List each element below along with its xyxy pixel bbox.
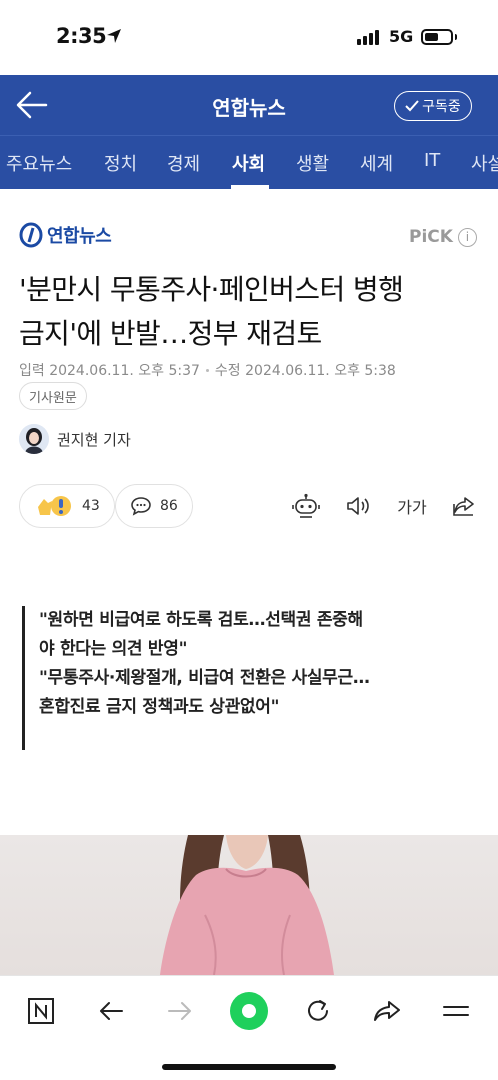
article-image [0,835,498,975]
browser-back-button[interactable] [89,989,133,1033]
category-nav: 주요뉴스 정치 경제 사회 생활 세계 IT 사설 [0,135,498,189]
tab-economy[interactable]: 경제 [167,150,200,176]
comment-icon [131,497,151,516]
original-article-button[interactable]: 기사원문 [19,382,87,410]
article-dates: 입력 2024.06.11. 오후 5:37 수정 2024.06.11. 오후… [19,360,396,380]
check-icon [405,100,419,112]
tab-life[interactable]: 생활 [296,150,329,176]
hamburger-icon [443,1006,469,1016]
article-headline: '분만시 무통주사·페인버스터 병행 금지'에 반발…정부 재검토 [19,268,481,356]
reporter-name: 권지현 기자 [57,430,131,449]
quote-line: 혼합진료 금지 정책과도 상관없어" [39,697,280,717]
speaker-icon [347,497,369,515]
naver-n-icon [28,998,54,1024]
comment-button[interactable]: 86 [115,484,193,528]
quote-line: "무통주사·제왕절개, 비급여 전환은 사실무근… [39,668,370,688]
modified-date: 수정 2024.06.11. 오후 5:38 [214,363,396,379]
active-tab-underline [231,185,269,189]
woman-illustration [160,835,334,975]
tab-main-news[interactable]: 주요뉴스 [6,150,72,176]
browser-forward-button[interactable] [158,989,202,1033]
font-size-button[interactable]: 가가 [397,492,427,520]
tab-world[interactable]: 세계 [360,150,393,176]
status-bar: 2:35 5G [0,0,498,75]
share-arrow-icon [374,1001,400,1021]
article-summary-quote: "원하면 비급여로 하도록 검토…선택권 존중해 야 한다는 의견 반영" "무… [22,606,472,750]
summary-bot-button[interactable] [291,492,321,520]
reporter[interactable]: 권지현 기자 [19,424,131,454]
location-arrow-icon [107,29,121,43]
info-icon[interactable]: i [457,227,477,247]
share-button[interactable] [449,492,479,520]
browser-share-button[interactable] [365,989,409,1033]
app-header: 연합뉴스 구독중 [0,75,498,135]
green-circle-icon [230,992,268,1030]
reaction-count: 43 [82,498,100,514]
naver-home-button[interactable] [19,989,63,1033]
reaction-button[interactable]: 43 [19,484,115,528]
tab-it[interactable]: IT [424,150,440,171]
share-icon [453,497,474,516]
quote-line: "원하면 비급여로 하도록 검토…선택권 존중해 [39,610,363,630]
robot-icon [292,493,320,518]
home-indicator [162,1064,336,1070]
comment-count: 86 [160,498,178,514]
tts-button[interactable] [343,492,373,520]
battery-icon [421,29,453,45]
menu-button[interactable] [434,989,478,1033]
refresh-icon [308,1000,328,1021]
font-size-label: 가가 [397,498,427,517]
arrow-left-icon [100,1002,123,1020]
signal-icon [357,30,379,45]
headline-line: '분만시 무통주사·페인버스터 병행 [19,273,404,306]
reaction-emoji-icon [38,496,71,516]
publisher-logo[interactable]: 연합뉴스 [19,222,112,248]
reporter-avatar [19,424,49,454]
tab-society[interactable]: 사회 [232,150,265,176]
headline-line: 금지'에 반발…정부 재검토 [19,317,322,350]
network-label: 5G [389,27,414,46]
yonhap-logo-icon [19,222,43,248]
pick-badge[interactable]: PiCK i [409,227,477,247]
status-time: 2:35 [56,24,107,48]
refresh-button[interactable] [296,989,340,1033]
tab-editorial[interactable]: 사설 [471,150,498,176]
quote-line: 야 한다는 의견 반영" [39,639,188,659]
publisher-name: 연합뉴스 [47,226,112,247]
input-date: 입력 2024.06.11. 오후 5:37 [19,363,200,379]
green-dot-button[interactable] [227,989,271,1033]
pick-label: PiCK [409,227,453,247]
tab-politics[interactable]: 정치 [104,150,137,176]
subscribe-button[interactable]: 구독중 [394,91,472,121]
arrow-right-icon [168,1002,191,1020]
subscribe-label: 구독중 [422,99,461,115]
